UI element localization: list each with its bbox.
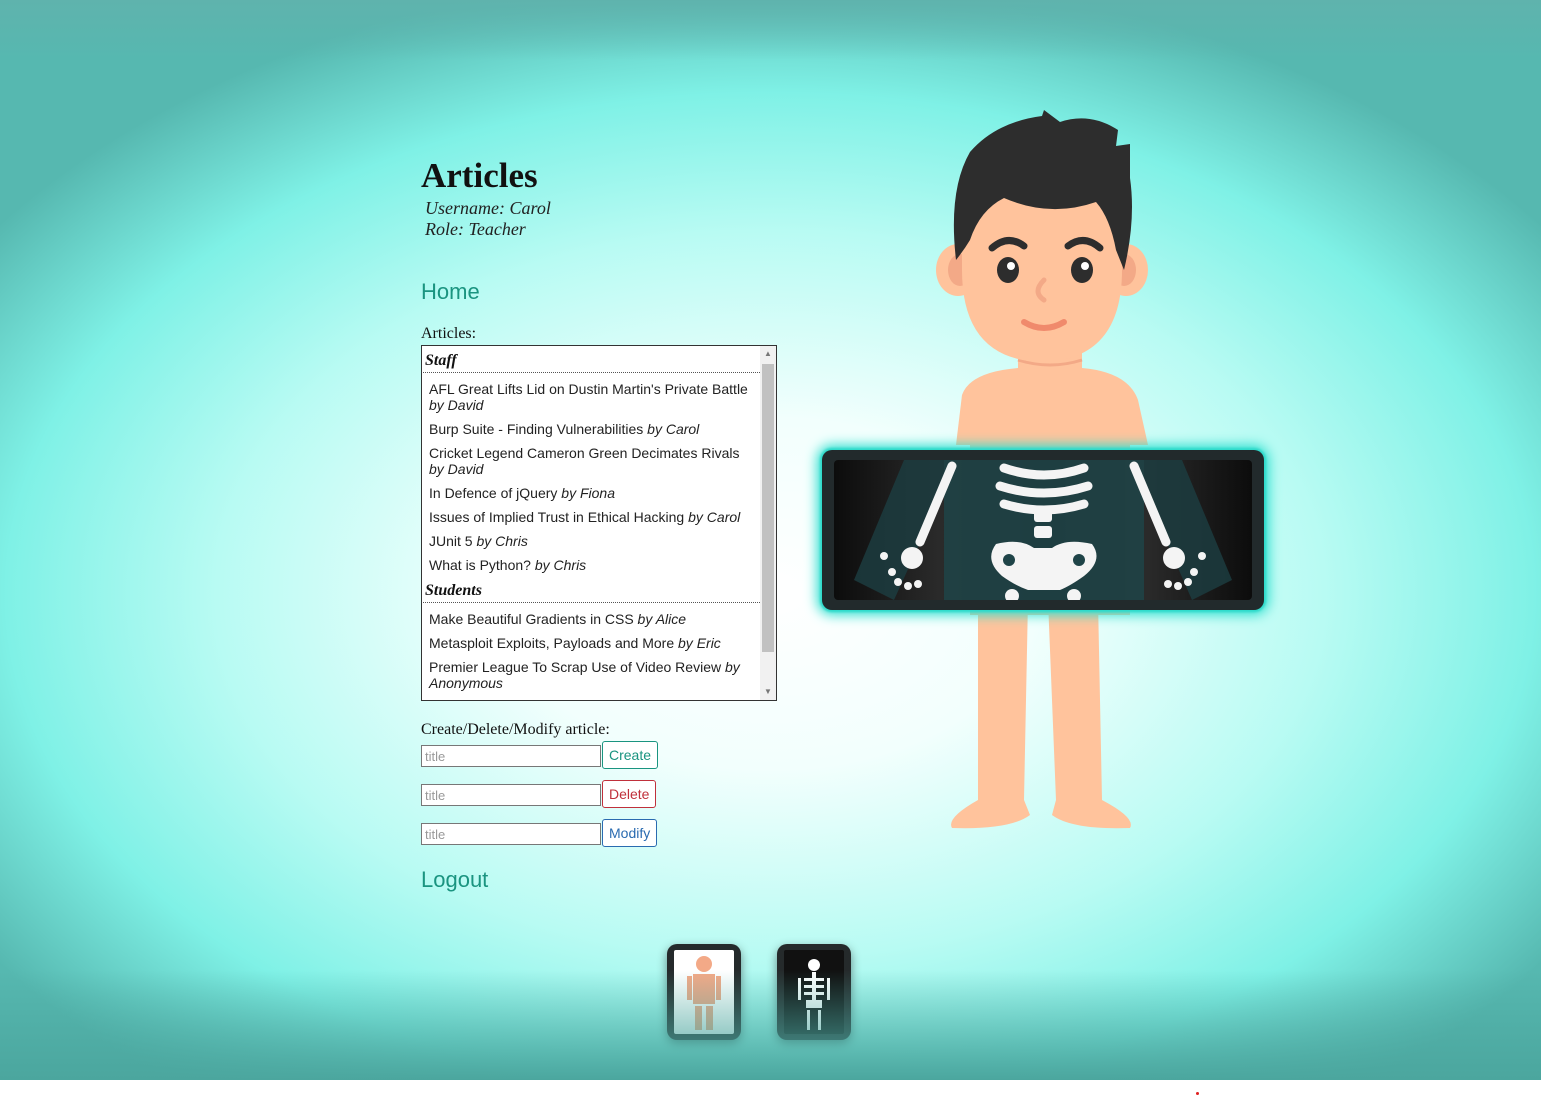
scrollbar-thumb[interactable]: [762, 364, 774, 652]
manage-label: Create/Delete/Modify article:: [421, 721, 610, 738]
list-item[interactable]: Cricket Legend Cameron Green Decimates R…: [423, 441, 760, 481]
modify-title-input[interactable]: [421, 823, 601, 845]
xray-view-button[interactable]: [777, 944, 851, 1040]
group-label-students: Students: [423, 577, 760, 603]
xray-view: [834, 460, 1252, 600]
body-icon: [674, 950, 734, 1034]
xray-panel[interactable]: [822, 450, 1264, 610]
list-item[interactable]: AFL Great Lifts Lid on Dustin Martin's P…: [423, 377, 760, 417]
logout-link[interactable]: Logout: [421, 867, 488, 893]
status-dot: [1196, 1092, 1199, 1095]
list-item[interactable]: In Defence of jQuery by Fiona: [423, 481, 760, 505]
list-item[interactable]: Premier League To Scrap Use of Video Rev…: [423, 655, 760, 695]
create-title-input[interactable]: [421, 745, 601, 767]
list-item[interactable]: What is Python? by Chris: [423, 553, 760, 577]
skeleton-xray-image: [854, 460, 1232, 600]
list-item[interactable]: Burp Suite - Finding Vulnerabilities by …: [423, 417, 760, 441]
list-item[interactable]: JUnit 5 by Chris: [423, 529, 760, 553]
list-item[interactable]: Make Beautiful Gradients in CSS by Alice: [423, 607, 760, 631]
group-label-staff: Staff: [423, 347, 760, 373]
articles-label: Articles:: [421, 325, 477, 342]
skeleton-icon: [784, 950, 844, 1034]
scroll-down-arrow-icon[interactable]: ▼: [760, 684, 776, 700]
articles-listbox[interactable]: Staff AFL Great Lifts Lid on Dustin Mart…: [421, 345, 777, 701]
scroll-up-arrow-icon[interactable]: ▲: [760, 346, 776, 362]
normal-view-button[interactable]: [667, 944, 741, 1040]
list-item[interactable]: Issues of Implied Trust in Ethical Hacki…: [423, 505, 760, 529]
listbox-scrollbar[interactable]: ▲ ▼: [760, 346, 776, 700]
create-button[interactable]: Create: [602, 741, 659, 769]
delete-button[interactable]: Delete: [602, 780, 657, 808]
username-text: Username: Carol: [425, 198, 551, 218]
modify-button[interactable]: Modify: [602, 819, 658, 847]
list-item[interactable]: Metasploit Exploits, Payloads and More b…: [423, 631, 760, 655]
home-link[interactable]: Home: [421, 279, 480, 305]
articles-list: Staff AFL Great Lifts Lid on Dustin Mart…: [423, 347, 760, 695]
page-background: Articles Username: Carol Role: Teacher H…: [0, 0, 1541, 1080]
delete-title-input[interactable]: [421, 784, 601, 806]
page-title: Articles: [421, 156, 538, 195]
role-text: Role: Teacher: [425, 219, 526, 239]
